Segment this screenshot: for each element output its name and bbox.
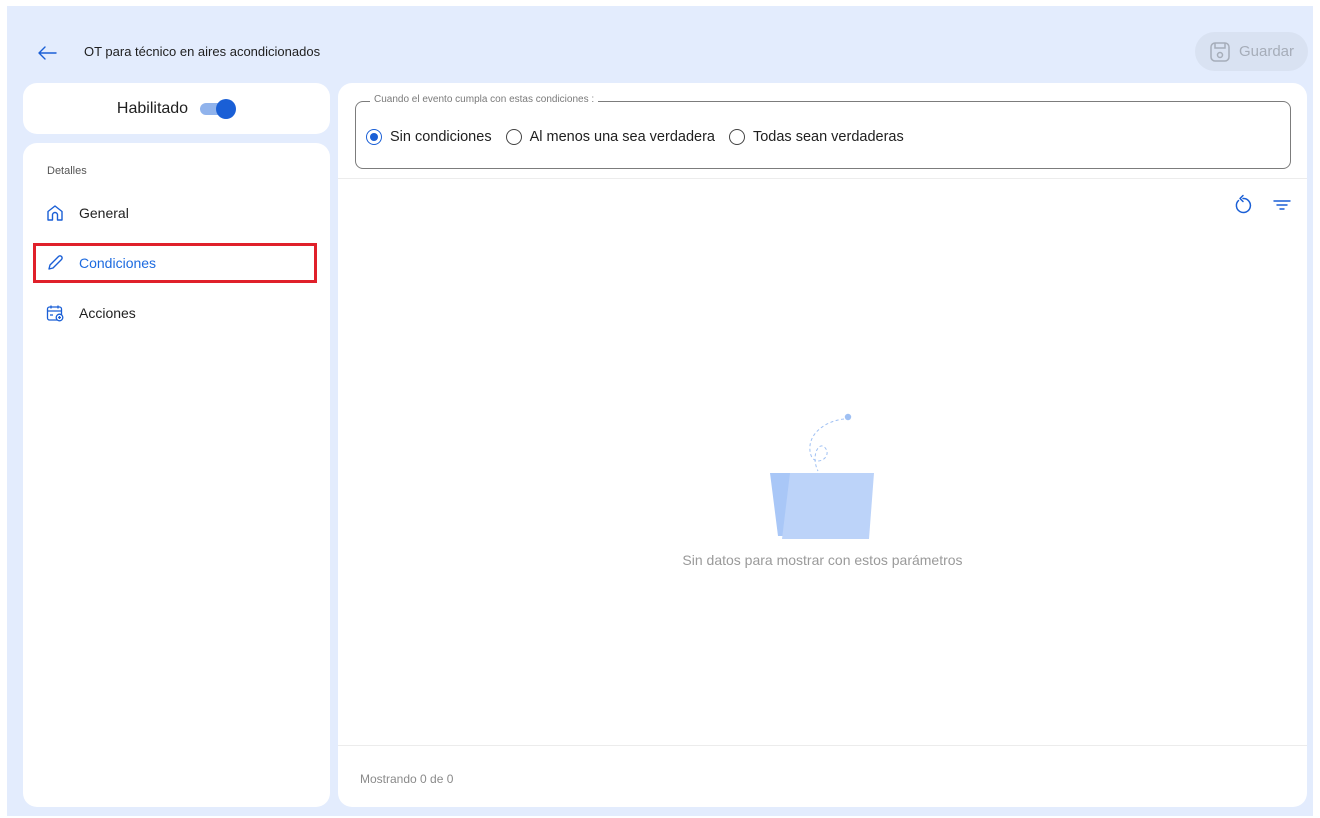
refresh-button[interactable] <box>1231 193 1255 217</box>
conditions-fieldset: Cuando el evento cumpla con estas condic… <box>355 94 1291 169</box>
radio-al-menos-una[interactable]: Al menos una sea verdadera <box>505 129 715 145</box>
radio-todas-verdaderas[interactable]: Todas sean verdaderas <box>728 129 904 145</box>
sidebar-item-label: Condiciones <box>79 255 157 271</box>
radio-circle <box>728 129 745 145</box>
radio-circle <box>366 129 382 145</box>
home-icon <box>45 203 65 223</box>
divider <box>338 178 1307 179</box>
empty-folder-icon <box>770 413 874 539</box>
radio-sin-condiciones[interactable]: Sin condiciones <box>366 129 492 145</box>
arrow-left-icon <box>38 46 57 60</box>
save-icon <box>1210 41 1230 62</box>
sidebar: Detalles General Condiciones Acciones <box>23 143 330 807</box>
radio-label: Todas sean verdaderas <box>752 129 904 145</box>
radio-label: Sin condiciones <box>390 129 492 145</box>
filter-icon <box>1273 200 1291 210</box>
filter-button[interactable] <box>1270 193 1294 217</box>
header: OT para técnico en aires acondicionados … <box>7 6 1313 82</box>
enabled-switch[interactable] <box>200 98 237 119</box>
app-frame: OT para técnico en aires acondicionados … <box>7 6 1313 816</box>
sidebar-item-label: Acciones <box>79 305 136 321</box>
enabled-toggle-card: Habilitado <box>23 83 330 134</box>
refresh-icon <box>1235 194 1252 214</box>
pagination-summary: Mostrando 0 de 0 <box>360 772 454 786</box>
back-button[interactable] <box>33 39 61 67</box>
sidebar-section-label: Detalles <box>47 165 87 177</box>
page-title: OT para técnico en aires acondicionados <box>84 44 321 59</box>
main-panel: Cuando el evento cumpla con estas condic… <box>338 83 1307 807</box>
enabled-label: Habilitado <box>116 99 189 117</box>
pencil-icon <box>45 253 65 273</box>
sidebar-item-label: General <box>79 205 129 221</box>
sidebar-item-condiciones[interactable]: Condiciones <box>33 243 317 283</box>
sidebar-item-acciones[interactable]: Acciones <box>33 293 317 333</box>
radio-circle <box>505 129 522 145</box>
save-button-label: Guardar <box>1238 43 1295 60</box>
calendar-add-icon <box>45 303 65 323</box>
divider <box>338 745 1307 746</box>
conditions-legend: Cuando el evento cumpla con estas condic… <box>370 94 599 105</box>
conditions-radio-group: Sin condiciones Al menos una sea verdade… <box>366 129 918 145</box>
sidebar-item-general[interactable]: General <box>33 193 317 233</box>
empty-state-message: Sin datos para mostrar con estos parámet… <box>682 552 963 568</box>
switch-thumb <box>216 98 237 119</box>
save-button[interactable]: Guardar <box>1195 32 1308 71</box>
radio-label: Al menos una sea verdadera <box>529 129 715 145</box>
